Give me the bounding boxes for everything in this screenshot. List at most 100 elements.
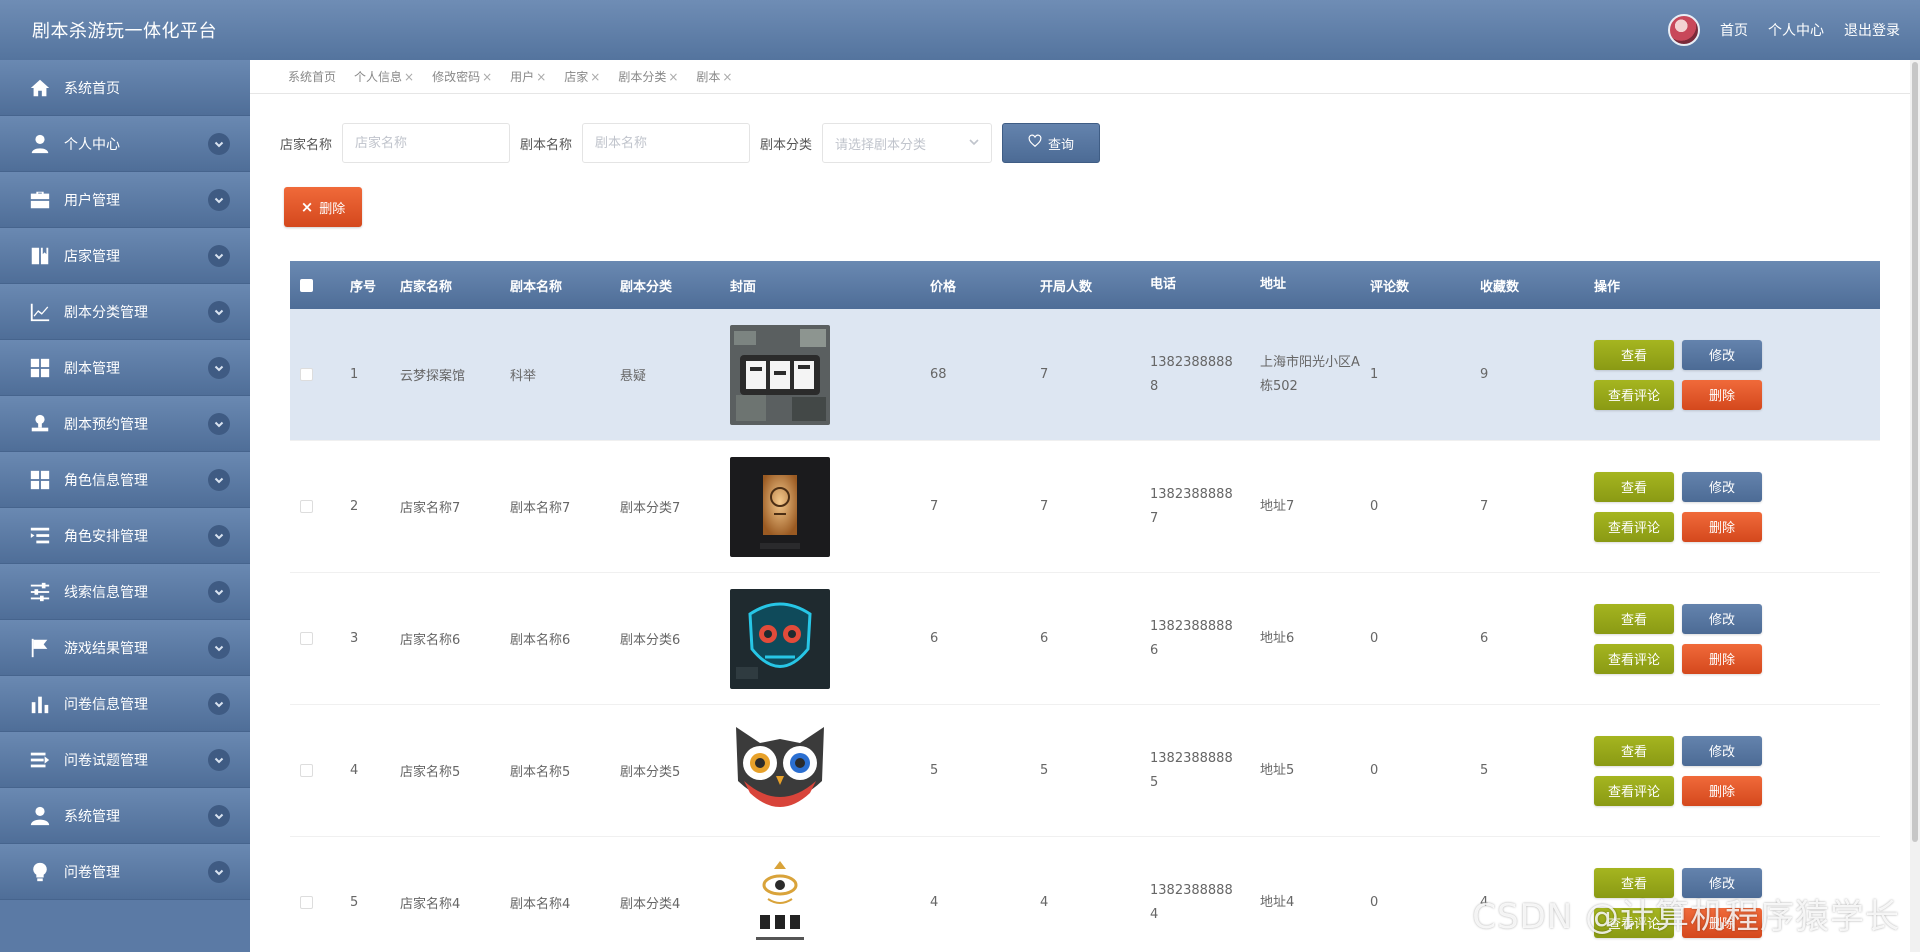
sidebar-item-0[interactable]: 系统首页 <box>0 60 250 116</box>
view-reviews-button[interactable]: 查看评论 <box>1594 643 1674 674</box>
sidebar-item-4[interactable]: 剧本分类管理 <box>0 284 250 340</box>
row-checkbox[interactable] <box>300 896 313 909</box>
chevron-down-icon[interactable] <box>208 412 230 435</box>
view-button[interactable]: 查看 <box>1594 471 1674 502</box>
row-checkbox[interactable] <box>300 632 313 645</box>
tab-label: 系统首页 <box>288 70 337 84</box>
cell-price: 6 <box>930 631 939 646</box>
close-icon[interactable]: × <box>722 70 732 84</box>
sidebar-item-2[interactable]: 用户管理 <box>0 172 250 228</box>
edit-button[interactable]: 修改 <box>1682 735 1762 766</box>
view-reviews-button[interactable]: 查看评论 <box>1594 511 1674 542</box>
row-checkbox[interactable] <box>300 500 313 513</box>
page-scrollbar[interactable] <box>1910 60 1920 952</box>
chevron-down-icon <box>969 136 979 151</box>
sidebar-item-13[interactable]: 系统管理 <box>0 788 250 844</box>
view-button[interactable]: 查看 <box>1594 339 1674 370</box>
view-reviews-button[interactable]: 查看评论 <box>1594 775 1674 806</box>
chevron-down-icon[interactable] <box>208 244 230 267</box>
chevron-down-icon[interactable] <box>208 356 230 379</box>
col-phone: 电话 <box>1150 277 1177 292</box>
logout-link[interactable]: 退出登录 <box>1844 20 1900 40</box>
chevron-down-icon[interactable] <box>208 132 230 155</box>
tab-2[interactable]: 修改密码 × <box>432 68 492 85</box>
sidebar-item-11[interactable]: 问卷信息管理 <box>0 676 250 732</box>
sidebar-item-3[interactable]: 店家管理 <box>0 228 250 284</box>
close-icon[interactable]: × <box>536 70 546 84</box>
chevron-down-icon[interactable] <box>208 804 230 827</box>
tab-6[interactable]: 剧本 × <box>696 68 732 85</box>
chevron-down-icon[interactable] <box>208 692 230 715</box>
sidebar-item-8[interactable]: 角色安排管理 <box>0 508 250 564</box>
sidebar-item-label: 角色信息管理 <box>64 472 148 489</box>
chevron-down-icon[interactable] <box>208 524 230 547</box>
sliders-icon <box>28 580 52 604</box>
sidebar-item-14[interactable]: 问卷管理 <box>0 844 250 900</box>
chevron-down-icon[interactable] <box>208 580 230 603</box>
chevron-down-icon[interactable] <box>208 300 230 323</box>
sidebar-item-1[interactable]: 个人中心 <box>0 116 250 172</box>
view-button[interactable]: 查看 <box>1594 735 1674 766</box>
profile-link[interactable]: 个人中心 <box>1768 20 1824 40</box>
sidebar-item-10[interactable]: 游戏结果管理 <box>0 620 250 676</box>
select-all-checkbox[interactable] <box>300 278 313 292</box>
tab-5[interactable]: 剧本分类 × <box>618 68 678 85</box>
tab-1[interactable]: 个人信息 × <box>354 68 414 85</box>
cell-index: 1 <box>350 367 359 382</box>
cell-phone: 13823888888 <box>1150 354 1233 394</box>
cell-phone: 13823888887 <box>1150 486 1233 526</box>
delete-button[interactable]: 删除 <box>1682 643 1762 674</box>
row-checkbox[interactable] <box>300 368 313 381</box>
home-link[interactable]: 首页 <box>1720 20 1748 40</box>
query-button[interactable]: 查询 <box>1002 123 1101 163</box>
sidebar-item-12[interactable]: 问卷试题管理 <box>0 732 250 788</box>
delete-button[interactable]: 删除 <box>1682 775 1762 806</box>
sidebar-item-6[interactable]: 剧本预约管理 <box>0 396 250 452</box>
sidebar-item-7[interactable]: 角色信息管理 <box>0 452 250 508</box>
cell-index: 4 <box>350 763 359 778</box>
close-icon[interactable]: × <box>482 70 492 84</box>
edit-button[interactable]: 修改 <box>1682 339 1762 370</box>
cell-phone: 13823888885 <box>1150 750 1233 790</box>
tab-4[interactable]: 店家 × <box>564 68 600 85</box>
edit-button[interactable]: 修改 <box>1682 471 1762 502</box>
scrollbar-thumb[interactable] <box>1912 62 1918 842</box>
cell-reviews: 0 <box>1370 895 1379 910</box>
book-icon <box>28 244 52 268</box>
chevron-down-icon[interactable] <box>208 468 230 491</box>
tab-0[interactable]: 系统首页 <box>288 68 336 85</box>
close-icon[interactable]: × <box>590 70 600 84</box>
close-icon[interactable]: × <box>668 70 678 84</box>
batch-delete-button[interactable]: × 删除 <box>284 187 362 227</box>
tab-label: 剧本 <box>696 70 721 84</box>
sidebar-item-label: 剧本分类管理 <box>64 304 148 321</box>
sidebar-item-9[interactable]: 线索信息管理 <box>0 564 250 620</box>
edit-button[interactable]: 修改 <box>1682 603 1762 634</box>
view-reviews-button[interactable]: 查看评论 <box>1594 379 1674 410</box>
chevron-down-icon[interactable] <box>208 860 230 883</box>
cell-reviews: 0 <box>1370 499 1379 514</box>
cell-store: 店家名称6 <box>400 633 461 648</box>
close-icon[interactable]: × <box>404 70 414 84</box>
col-favorites: 收藏数 <box>1480 279 1520 295</box>
store-name-input[interactable] <box>342 123 511 163</box>
chevron-down-icon[interactable] <box>208 748 230 771</box>
cell-price: 68 <box>930 367 947 382</box>
sidebar-item-label: 剧本预约管理 <box>64 416 148 433</box>
delete-button[interactable]: 删除 <box>1682 511 1762 542</box>
chevron-down-icon[interactable] <box>208 188 230 211</box>
view-button[interactable]: 查看 <box>1594 603 1674 634</box>
sidebar-item-5[interactable]: 剧本管理 <box>0 340 250 396</box>
row-checkbox[interactable] <box>300 764 313 777</box>
col-reviews: 评论数 <box>1370 279 1410 295</box>
stamp-icon <box>28 412 52 436</box>
avatar[interactable] <box>1668 14 1700 46</box>
cell-category: 剧本分类4 <box>620 897 681 912</box>
tab-3[interactable]: 用户 × <box>510 68 546 85</box>
script-category-select[interactable]: 请选择剧本分类 <box>822 123 993 163</box>
chevron-down-icon[interactable] <box>208 636 230 659</box>
delete-button[interactable]: 删除 <box>1682 379 1762 410</box>
tab-label: 店家 <box>564 70 589 84</box>
cell-category: 悬疑 <box>620 369 647 384</box>
script-name-input[interactable] <box>582 123 751 163</box>
